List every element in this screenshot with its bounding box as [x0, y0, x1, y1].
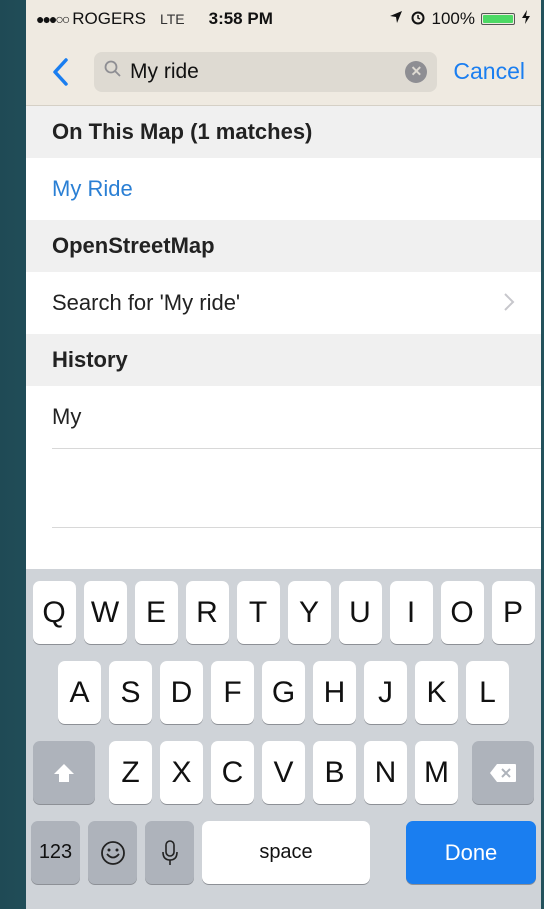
key-x[interactable]: X: [160, 741, 203, 804]
search-field[interactable]: ✕: [94, 51, 438, 92]
numbers-key[interactable]: 123: [31, 821, 80, 884]
key-u[interactable]: U: [338, 581, 382, 644]
alarm-clock-icon: [410, 9, 426, 30]
key-a[interactable]: A: [58, 661, 101, 724]
search-icon: [104, 60, 122, 84]
shift-arrow-icon: [54, 763, 74, 782]
key-s[interactable]: S: [109, 661, 152, 724]
empty-row: [26, 449, 541, 527]
key-t[interactable]: T: [236, 581, 280, 644]
key-o[interactable]: O: [440, 581, 484, 644]
keyboard: Q W E R T Y U I O P A S D F G H J K L Z …: [26, 569, 541, 909]
keyboard-row-3: Z X C V B N M: [26, 741, 541, 804]
key-l[interactable]: L: [466, 661, 509, 724]
key-n[interactable]: N: [364, 741, 407, 804]
search-input[interactable]: [122, 59, 406, 84]
key-m[interactable]: M: [415, 741, 458, 804]
smiley-icon: [100, 840, 125, 865]
dictation-key[interactable]: [145, 821, 194, 884]
back-button[interactable]: [36, 48, 84, 96]
key-c[interactable]: C: [211, 741, 254, 804]
chevron-right-icon: [503, 287, 515, 319]
result-my-ride[interactable]: My Ride: [26, 158, 541, 220]
done-key[interactable]: Done: [406, 821, 536, 884]
key-v[interactable]: V: [262, 741, 305, 804]
shift-key[interactable]: [33, 741, 95, 804]
section-header-openstreetmap: OpenStreetMap: [26, 220, 541, 272]
status-bar: ●●●○○ ROGERS LTE 3:58 PM 100%: [26, 0, 541, 38]
key-d[interactable]: D: [160, 661, 203, 724]
key-h[interactable]: H: [313, 661, 356, 724]
key-f[interactable]: F: [211, 661, 254, 724]
carrier-name: ROGERS: [72, 9, 146, 28]
key-i[interactable]: I: [389, 581, 433, 644]
search-osm-row[interactable]: Search for 'My ride': [26, 272, 541, 334]
keyboard-row-1: Q W E R T Y U I O P: [26, 581, 541, 644]
key-z[interactable]: Z: [109, 741, 152, 804]
charging-bolt-icon: [521, 9, 531, 29]
status-right: 100%: [388, 9, 531, 30]
key-b[interactable]: B: [313, 741, 356, 804]
search-osm-label: Search for 'My ride': [52, 290, 241, 315]
keyboard-row-2: A S D F G H J K L: [26, 661, 541, 724]
search-bar: ✕ Cancel: [26, 38, 541, 106]
keyboard-row-3-letters: Z X C V B N M: [109, 741, 458, 804]
space-key[interactable]: space: [202, 821, 370, 884]
microphone-icon: [161, 839, 178, 865]
divider: [52, 527, 541, 528]
backspace-icon: [490, 763, 516, 782]
signal-strength: ●●●○○: [36, 11, 70, 27]
key-e[interactable]: E: [134, 581, 178, 644]
keyboard-row-4: 123 space Done: [26, 821, 541, 884]
key-y[interactable]: Y: [287, 581, 331, 644]
cancel-button[interactable]: Cancel: [447, 58, 531, 85]
key-g[interactable]: G: [262, 661, 305, 724]
section-header-history: History: [26, 334, 541, 386]
clock: 3:58 PM: [208, 9, 273, 28]
section-header-on-this-map: On This Map (1 matches): [26, 106, 541, 158]
history-item[interactable]: My: [26, 386, 541, 448]
clear-search-icon[interactable]: ✕: [405, 60, 428, 83]
key-w[interactable]: W: [83, 581, 127, 644]
battery-percent: 100%: [431, 9, 475, 28]
location-arrow-icon: [388, 9, 404, 30]
phone-screen: ●●●○○ ROGERS LTE 3:58 PM 100% My ride ✕ …: [26, 0, 541, 909]
chevron-left-icon: [53, 57, 68, 86]
emoji-key[interactable]: [88, 821, 137, 884]
key-r[interactable]: R: [185, 581, 229, 644]
battery-icon: [481, 13, 515, 25]
key-j[interactable]: J: [364, 661, 407, 724]
delete-key[interactable]: [472, 741, 534, 804]
network-type: LTE: [159, 11, 185, 27]
key-q[interactable]: Q: [32, 581, 76, 644]
key-p[interactable]: P: [491, 581, 535, 644]
key-k[interactable]: K: [415, 661, 458, 724]
